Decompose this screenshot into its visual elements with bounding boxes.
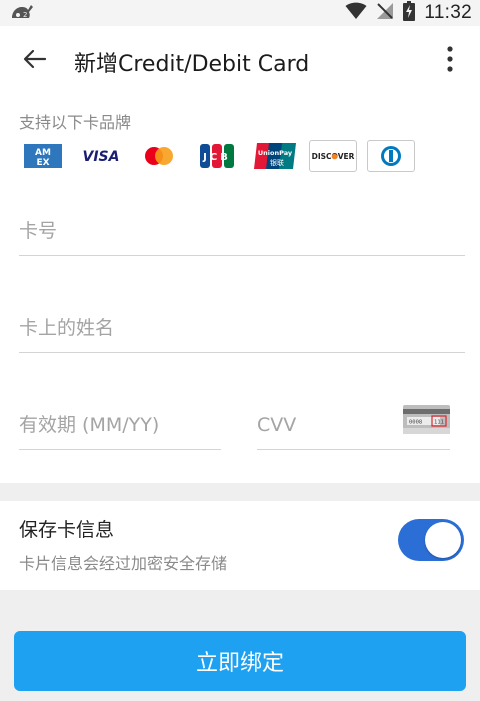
save-card-title: 保存卡信息 [19,519,115,541]
notification-app-icon: 2 [9,2,35,24]
svg-text:JCB: JCB [202,152,231,163]
wifi-icon [345,2,367,24]
toggle-knob [425,522,461,558]
card-number-input[interactable] [19,208,465,254]
section-divider [0,483,480,501]
more-options-button[interactable] [438,44,462,78]
cardholder-name-field[interactable] [19,305,465,353]
card-number-field[interactable] [19,208,465,256]
card-form: 支持以下卡品牌 AMEX VISA JCB UnionPay 银联 DISCOV… [0,92,480,483]
back-button[interactable] [16,42,54,80]
brand-logos: AMEX VISA JCB UnionPay 银联 DISCOVER [19,140,415,172]
page-title: 新增Credit/Debit Card [74,52,310,77]
cardholder-name-input[interactable] [19,305,465,351]
no-signal-icon [376,2,394,24]
svg-text:银联: 银联 [270,158,284,167]
mastercard-logo [135,140,183,172]
status-bar: 2 11:32 [0,0,480,26]
svg-text:0008: 0008 [409,420,422,426]
svg-text:111: 111 [434,420,444,426]
app-bar: 新增Credit/Debit Card [0,26,480,92]
diners-club-logo [367,140,415,172]
save-card-section: 保存卡信息 卡片信息会经过加密安全存储 [0,501,480,590]
bind-card-button[interactable]: 立即绑定 [14,631,466,691]
supported-brands-label: 支持以下卡品牌 [19,113,132,132]
battery-charging-icon [403,1,416,25]
save-card-description: 卡片信息会经过加密安全存储 [19,554,228,573]
amex-logo: AM EX [19,140,67,172]
svg-text:2: 2 [23,11,27,19]
jcb-logo: JCB [193,140,241,172]
svg-text:EX: EX [36,158,49,168]
svg-text:AM: AM [35,148,51,158]
cvv-hint-card-icon: 0008 111 [403,405,450,434]
discover-logo: DISCOVER [309,140,357,172]
svg-text:UnionPay: UnionPay [258,149,293,157]
clock: 11:32 [424,2,472,23]
more-vertical-icon [447,46,453,76]
save-card-toggle[interactable] [398,519,464,561]
arrow-left-icon [23,49,47,73]
svg-text:VISA: VISA [83,149,120,165]
visa-logo: VISA [77,140,125,172]
unionpay-logo: UnionPay 银联 [251,140,299,172]
expiry-input[interactable] [19,402,221,448]
expiry-field[interactable] [19,402,221,450]
